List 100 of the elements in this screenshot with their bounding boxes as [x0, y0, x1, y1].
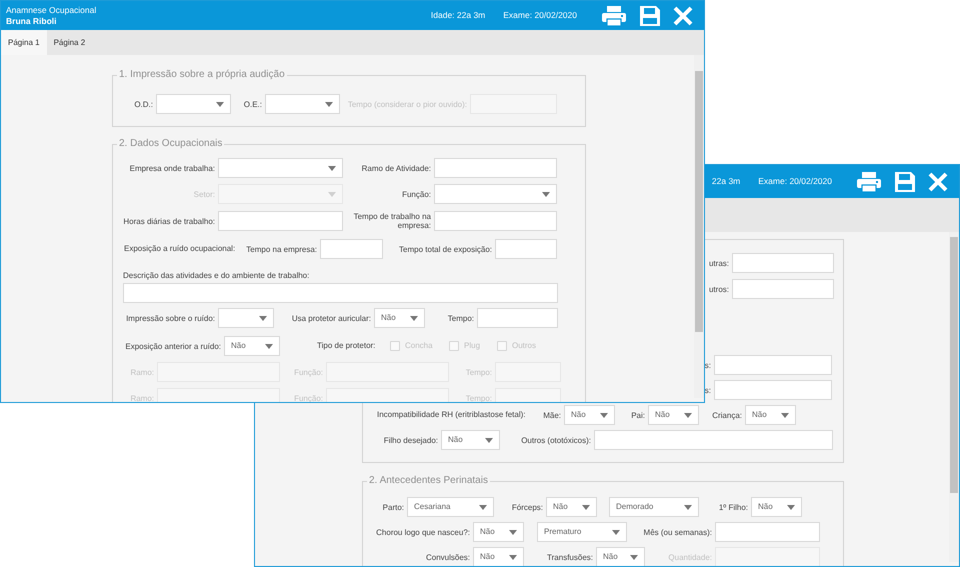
field-label: Empresa onde trabalha: [130, 164, 215, 172]
scrollbar[interactable] [949, 232, 959, 562]
caret-icon [265, 344, 273, 348]
dropdown[interactable]: Demorado [609, 497, 699, 517]
field-label: s: [704, 386, 711, 394]
text-field[interactable] [218, 211, 343, 231]
caret-icon [509, 554, 517, 560]
field-label: Pai: [631, 410, 645, 420]
text-field[interactable] [732, 279, 834, 299]
field-label: Exposição anterior a ruído: [125, 342, 221, 350]
field-label: Parto: [382, 502, 404, 512]
field-label: Outros (ototóxicos): [521, 436, 591, 444]
caret-icon [328, 166, 336, 170]
dropdown[interactable]: Não [751, 497, 802, 517]
field-label: utras: [708, 258, 729, 268]
text-field[interactable] [123, 283, 558, 303]
caret-icon [684, 412, 692, 418]
field-label: Transfusões: [547, 552, 593, 562]
text-field[interactable] [732, 253, 834, 273]
field-label: Ramo de Atividade: [362, 164, 431, 172]
dropdown[interactable]: Não [473, 522, 524, 542]
exam-date: Exame: 20/02/2020 [503, 9, 577, 22]
caret-icon [787, 504, 795, 510]
field-label: Usa protetor auricular: [292, 314, 371, 322]
section-title: 2. Dados Ocupacionais [118, 138, 224, 150]
scrollbar-thumb[interactable] [695, 71, 703, 332]
field-label: Tempo: [448, 314, 474, 322]
text-field[interactable] [434, 158, 557, 178]
app-title: Anamnese Ocupacional [6, 4, 96, 16]
text-field[interactable] [714, 355, 832, 375]
field-label: Horas diárias de trabalho: [123, 216, 215, 226]
text-field[interactable] [594, 430, 833, 450]
caret-icon [509, 530, 517, 534]
text-field[interactable] [434, 211, 557, 231]
age-text: 22a 3m [712, 175, 740, 188]
field-label: Mês (ou semanas): [644, 528, 712, 536]
field-label: Tempo na empresa: [246, 244, 317, 254]
field-label: Descrição das atividades e do ambiente de trabalho: [123, 270, 310, 282]
field-label: Tipo de protetor: [317, 340, 376, 352]
dropdown[interactable]: Não [441, 430, 500, 450]
scrollbar[interactable] [694, 55, 704, 398]
field-label: O.E.: [244, 100, 262, 108]
field-label: Exposição a ruído ocupacional: [124, 243, 236, 255]
section-title: 1. Impressão sobre a própria audição [118, 69, 286, 81]
field-label: Incompatibilidade RH (eritriblastose fetal): [377, 409, 527, 421]
field-label: Filho desejado: [384, 436, 438, 444]
caret-icon [410, 316, 418, 320]
caret-icon [325, 102, 333, 106]
caret-icon [600, 412, 608, 418]
field-label: Criança: [712, 410, 742, 420]
field-label: Chorou logo que nasceu?: [376, 528, 470, 536]
caret-icon [259, 316, 267, 320]
dropdown[interactable]: Prematuro [537, 522, 627, 542]
caret-icon [479, 504, 487, 510]
tab[interactable]: Página 2 [46, 30, 92, 55]
dropdown[interactable] [265, 94, 340, 114]
dropdown[interactable]: Não [374, 308, 425, 328]
dropdown[interactable]: Não [596, 547, 645, 566]
text-field[interactable] [715, 522, 820, 542]
caret-icon [684, 504, 692, 510]
patient-name: Bruna Riboli [6, 16, 58, 26]
age-text: Idade: 22a 3m [430, 9, 486, 22]
field-label: Tempo de trabalho na empresa: [352, 212, 431, 230]
dropdown[interactable]: Não [745, 405, 796, 425]
caret-icon [781, 412, 789, 418]
printer-icon[interactable] [857, 172, 881, 192]
save-icon[interactable] [895, 172, 915, 192]
dropdown[interactable] [156, 94, 231, 114]
caret-icon [485, 438, 493, 442]
text-field[interactable] [477, 308, 558, 328]
dropdown[interactable]: Não [648, 405, 699, 425]
dropdown[interactable] [434, 184, 557, 204]
text-field[interactable] [495, 239, 557, 259]
caret-icon [582, 504, 590, 510]
dropdown[interactable]: Cesariana [407, 497, 494, 517]
caret-icon [612, 530, 620, 534]
tab[interactable]: Página 1 [1, 30, 47, 55]
dropdown[interactable]: Não [546, 497, 597, 517]
caret-icon [630, 554, 638, 560]
field-label: Fórceps: [512, 502, 543, 512]
text-field[interactable] [714, 380, 832, 400]
field-label: Mãe: [543, 410, 561, 420]
text-field[interactable] [320, 239, 383, 259]
save-icon[interactable] [640, 6, 660, 26]
scrollbar-thumb[interactable] [950, 237, 958, 493]
dropdown[interactable]: Não [224, 336, 280, 356]
exam-date: Exame: 20/02/2020 [758, 175, 832, 188]
dropdown[interactable]: Não [564, 405, 615, 425]
field-label: Função: [402, 190, 431, 198]
close-icon[interactable] [673, 6, 693, 26]
close-icon[interactable] [928, 172, 948, 192]
dropdown[interactable]: Não [473, 547, 524, 566]
field-label: s: [704, 360, 711, 370]
field-label: Impressão sobre o ruído: [126, 314, 215, 322]
field-label: Tempo total de exposição: [399, 244, 492, 254]
field-label: O.D.: [134, 100, 153, 108]
dropdown[interactable] [218, 308, 274, 328]
dropdown[interactable] [218, 158, 343, 178]
printer-icon[interactable] [602, 6, 626, 26]
field-label: 1º Filho: [718, 502, 748, 512]
